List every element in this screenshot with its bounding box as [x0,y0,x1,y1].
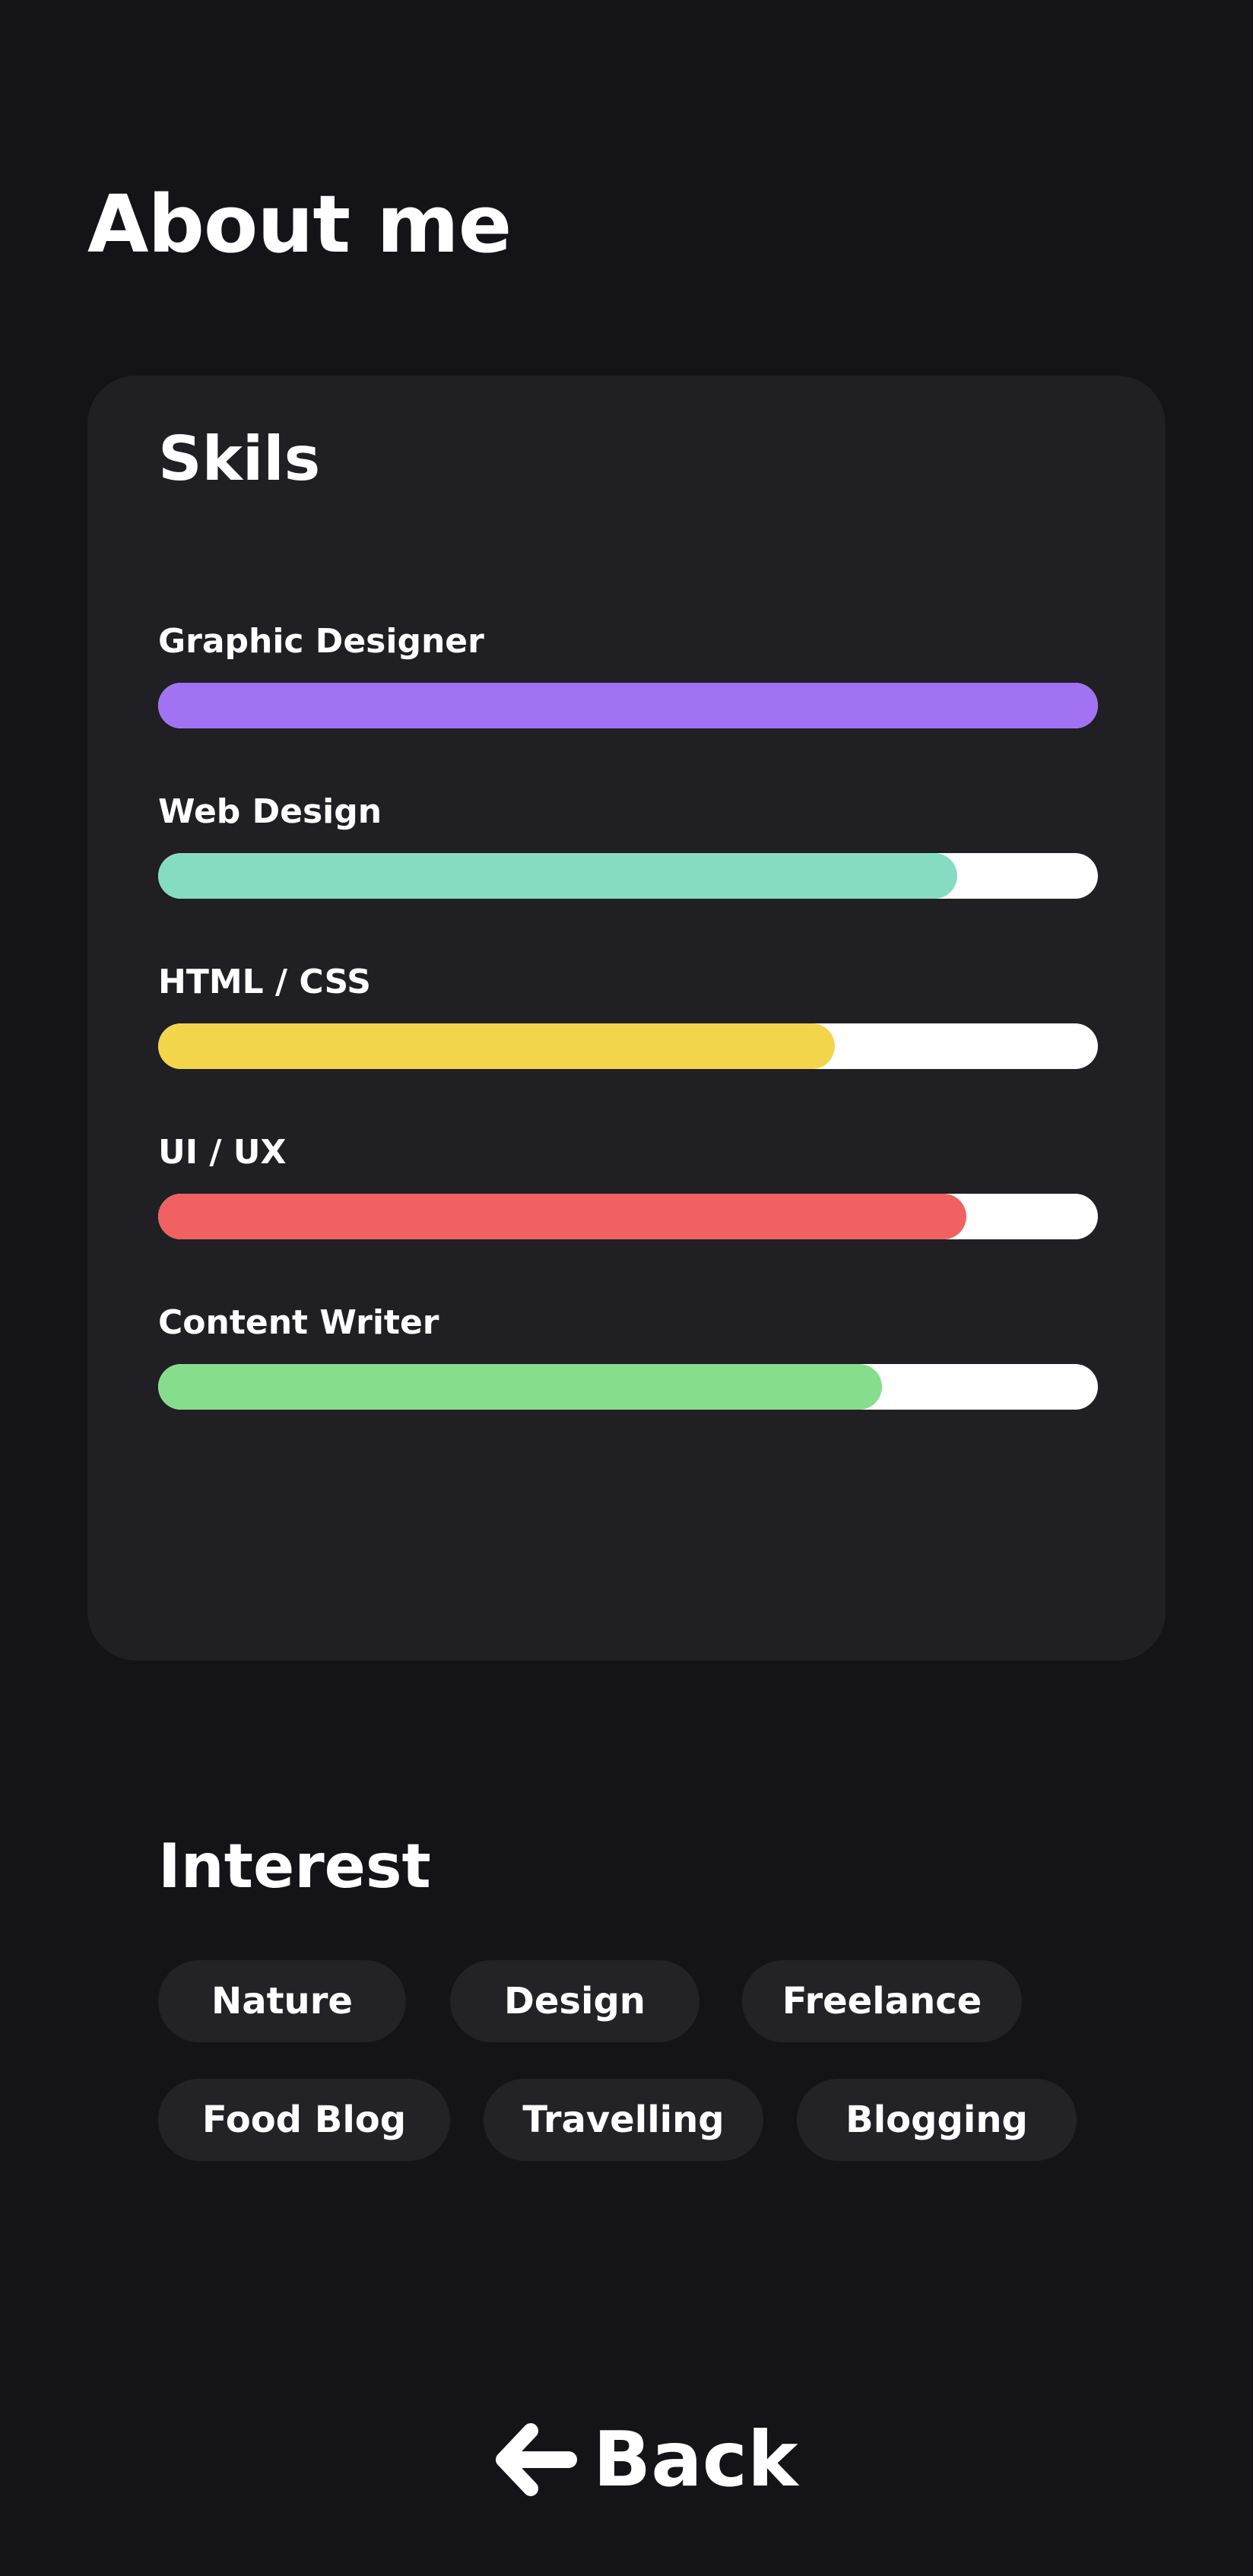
skill-html-css: HTML / CSS [158,961,1098,1069]
skill-progress-bar[interactable] [158,1023,1098,1069]
skill-progress-fill [158,1023,835,1069]
page-title: About me [87,178,512,271]
back-button[interactable]: Back [494,2410,798,2509]
skill-label: Graphic Designer [158,622,484,661]
interest-tag-nature[interactable]: Nature [158,1960,406,2042]
skill-web-design: Web Design [158,791,1098,899]
skill-progress-bar[interactable] [158,683,1098,728]
skill-label: UI / UX [158,1133,287,1172]
skill-label: Content Writer [158,1303,439,1342]
skill-label: HTML / CSS [158,963,371,1001]
interest-tag-travelling[interactable]: Travelling [484,2079,763,2161]
skill-progress-fill [158,1364,882,1410]
skill-label: Web Design [158,792,382,831]
interest-title: Interest [158,1831,431,1902]
skill-progress-fill [158,853,957,899]
skill-progress-bar[interactable] [158,853,1098,899]
skills-title: Skils [158,424,321,494]
skill-progress-bar[interactable] [158,1194,1098,1239]
interest-tag-design[interactable]: Design [450,1960,699,2042]
back-label: Back [593,2415,798,2504]
skill-progress-fill [158,683,1098,728]
skills-card: Skils Graphic Designer Web Design HTML /… [87,376,1166,1661]
skill-progress-bar[interactable] [158,1364,1098,1410]
skill-progress-fill [158,1194,966,1239]
skill-content-writer: Content Writer [158,1302,1098,1410]
about-page: About me Skils Graphic Designer Web Desi… [0,0,1253,2576]
skill-graphic-designer: Graphic Designer [158,620,1098,728]
skill-ui-ux: UI / UX [158,1131,1098,1239]
arrow-left-icon [496,2423,577,2496]
interest-tag-food-blog[interactable]: Food Blog [158,2079,450,2161]
interest-tag-blogging[interactable]: Blogging [797,2079,1077,2161]
interest-tag-freelance[interactable]: Freelance [742,1960,1022,2042]
